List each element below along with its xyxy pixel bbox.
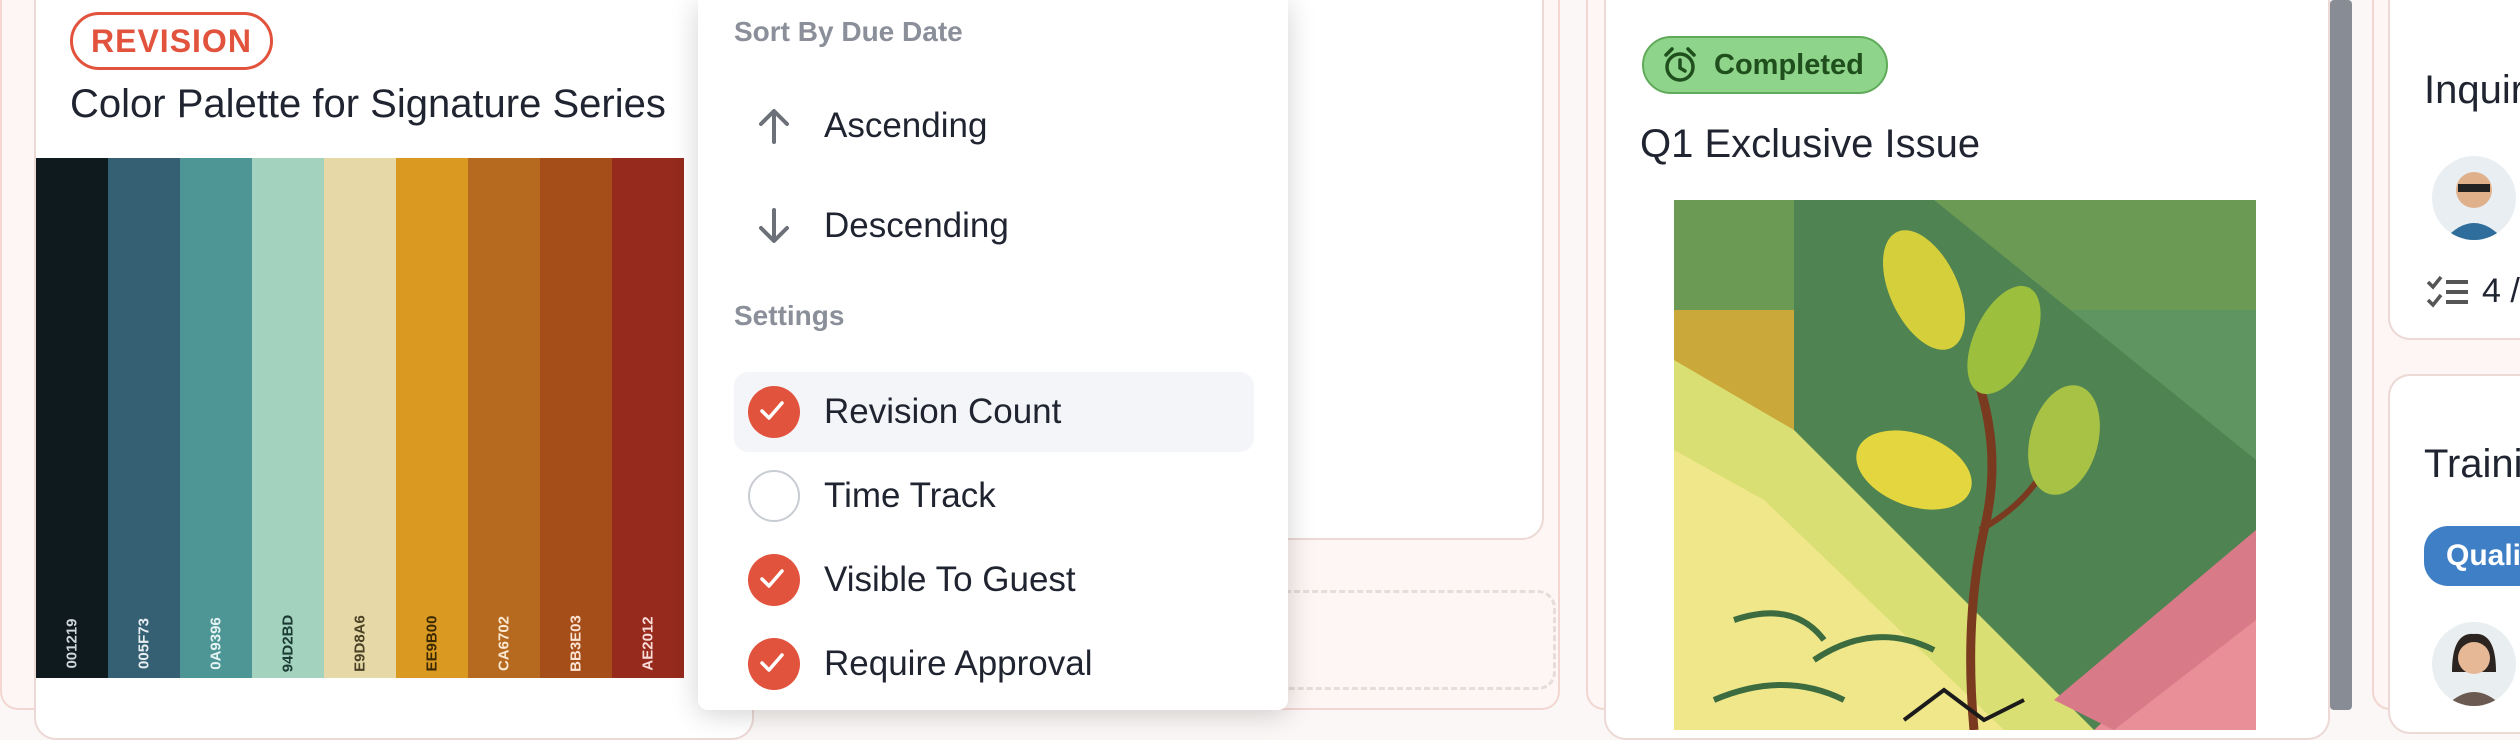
arrow-up-icon — [759, 109, 789, 144]
palette-swatches: 001219 005F73 0A9396 94D2BD E9D8A6 EE9B00 CA67… — [36, 158, 706, 678]
label-pill: Quali — [2424, 526, 2520, 586]
settings-heading: Settings — [734, 300, 845, 331]
color-swatch: BB3E03 — [540, 158, 612, 678]
avatar — [2432, 156, 2516, 240]
setting-time-track[interactable]: Time Track — [734, 456, 1254, 536]
task-card-issue[interactable]: Completed Q1 Exclusive Issue — [1604, 0, 2330, 740]
status-badge: Completed — [1642, 36, 1888, 94]
color-swatch: AE2012 — [612, 158, 684, 678]
setting-label: Time Track — [824, 476, 996, 515]
sort-ascending-item[interactable]: Ascending — [734, 86, 1254, 166]
setting-revision-count[interactable]: Revision Count — [734, 372, 1254, 452]
status-badge-label: Completed — [1714, 49, 1864, 81]
swatch-hex-label: E9D8A6 — [351, 615, 369, 672]
task-card-inquiry[interactable]: Inquir 4 / — [2388, 0, 2520, 340]
color-swatch: E9D8A6 — [324, 158, 396, 678]
checklist-icon — [2426, 275, 2468, 308]
swatch-hex-label: 005F73 — [135, 618, 153, 669]
color-swatch: EE9B00 — [396, 158, 468, 678]
swatch-hex-label: 0A9396 — [207, 617, 225, 670]
color-swatch: CA6702 — [468, 158, 540, 678]
setting-visible-to-guest[interactable]: Visible To Guest — [734, 540, 1254, 620]
color-swatch: 005F73 — [108, 158, 180, 678]
task-card-palette[interactable]: REVISION Color Palette for Signature Ser… — [34, 0, 754, 740]
card-title: Trainin — [2424, 442, 2520, 486]
sort-descending-label: Descending — [824, 206, 1009, 245]
setting-label: Visible To Guest — [824, 560, 1076, 599]
swatch-hex-label: AE2012 — [639, 616, 657, 671]
card-title: Inquir — [2424, 68, 2520, 112]
task-card-training[interactable]: Trainin Quali — [2388, 374, 2520, 734]
checkbox-unchecked-icon[interactable] — [748, 470, 800, 522]
color-swatch: 94D2BD — [252, 158, 324, 678]
checkbox-checked-icon[interactable] — [748, 554, 800, 606]
alarm-clock-icon — [1664, 47, 1696, 82]
arrow-down-icon — [759, 208, 789, 243]
revision-tag: REVISION — [70, 12, 273, 70]
swatch-hex-label: BB3E03 — [567, 615, 585, 672]
board-options-menu: Sort By Due Date Ascending Descending Se… — [698, 0, 1288, 710]
setting-label: Revision Count — [824, 392, 1062, 431]
color-swatch: 001219 — [36, 158, 108, 678]
card-title: Q1 Exclusive Issue — [1640, 122, 1981, 166]
checkbox-checked-icon[interactable] — [748, 386, 800, 438]
setting-require-approval[interactable]: Require Approval — [734, 624, 1254, 704]
swatch-hex-label: 001219 — [63, 618, 81, 669]
color-swatch: 0A9396 — [180, 158, 252, 678]
card-title: Color Palette for Signature Series — [70, 82, 666, 126]
column-scrollbar[interactable] — [2330, 0, 2352, 710]
card-cover-illustration — [1674, 200, 2256, 730]
swatch-hex-label: 94D2BD — [279, 614, 297, 673]
setting-label: Require Approval — [824, 644, 1093, 683]
avatar — [2432, 622, 2516, 706]
checkbox-checked-icon[interactable] — [748, 638, 800, 690]
sort-ascending-label: Ascending — [824, 106, 988, 145]
checklist-count: 4 / — [2482, 272, 2520, 310]
sort-descending-item[interactable]: Descending — [734, 186, 1254, 266]
swatch-hex-label: CA6702 — [495, 615, 513, 672]
swatch-hex-label: EE9B00 — [423, 615, 441, 672]
sort-heading: Sort By Due Date — [734, 16, 963, 47]
